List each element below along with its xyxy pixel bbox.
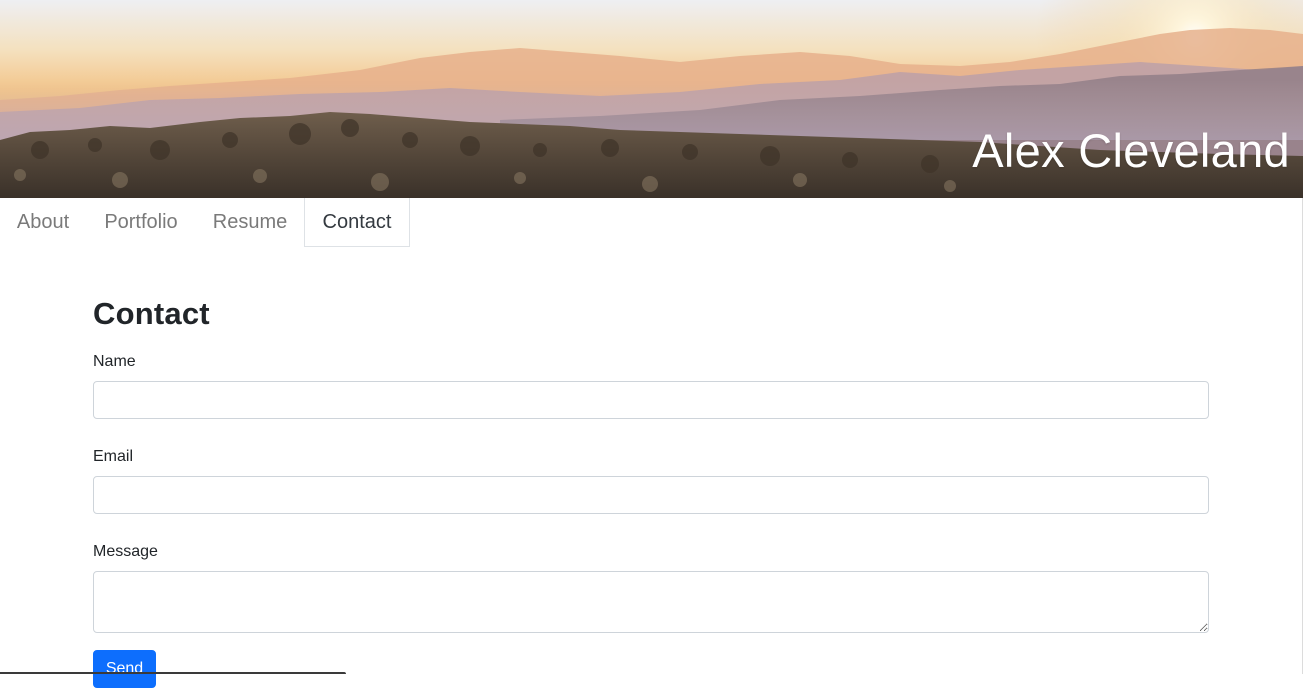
contact-form: Name Email Message Send: [93, 352, 1209, 688]
nav-tab-resume[interactable]: Resume: [196, 198, 304, 246]
nav-tab-about[interactable]: About: [0, 198, 86, 246]
email-input[interactable]: [93, 476, 1209, 514]
name-label: Name: [93, 353, 136, 370]
email-label: Email: [93, 448, 134, 465]
header-banner: Alex Cleveland: [0, 0, 1303, 198]
send-button[interactable]: Send: [93, 650, 156, 688]
name-input[interactable]: [93, 381, 1209, 419]
message-label: Message: [93, 543, 158, 560]
page-title: Contact: [93, 296, 210, 331]
page-edge-divider: [1302, 198, 1303, 674]
main-nav: About Portfolio Resume Contact: [0, 198, 410, 247]
message-textarea[interactable]: [93, 571, 1209, 633]
nav-tab-portfolio[interactable]: Portfolio: [86, 198, 196, 246]
site-title: Alex Cleveland: [972, 124, 1290, 177]
contact-section: Contact Name Email Message Send: [93, 290, 1209, 688]
nav-tab-contact[interactable]: Contact: [304, 198, 410, 247]
